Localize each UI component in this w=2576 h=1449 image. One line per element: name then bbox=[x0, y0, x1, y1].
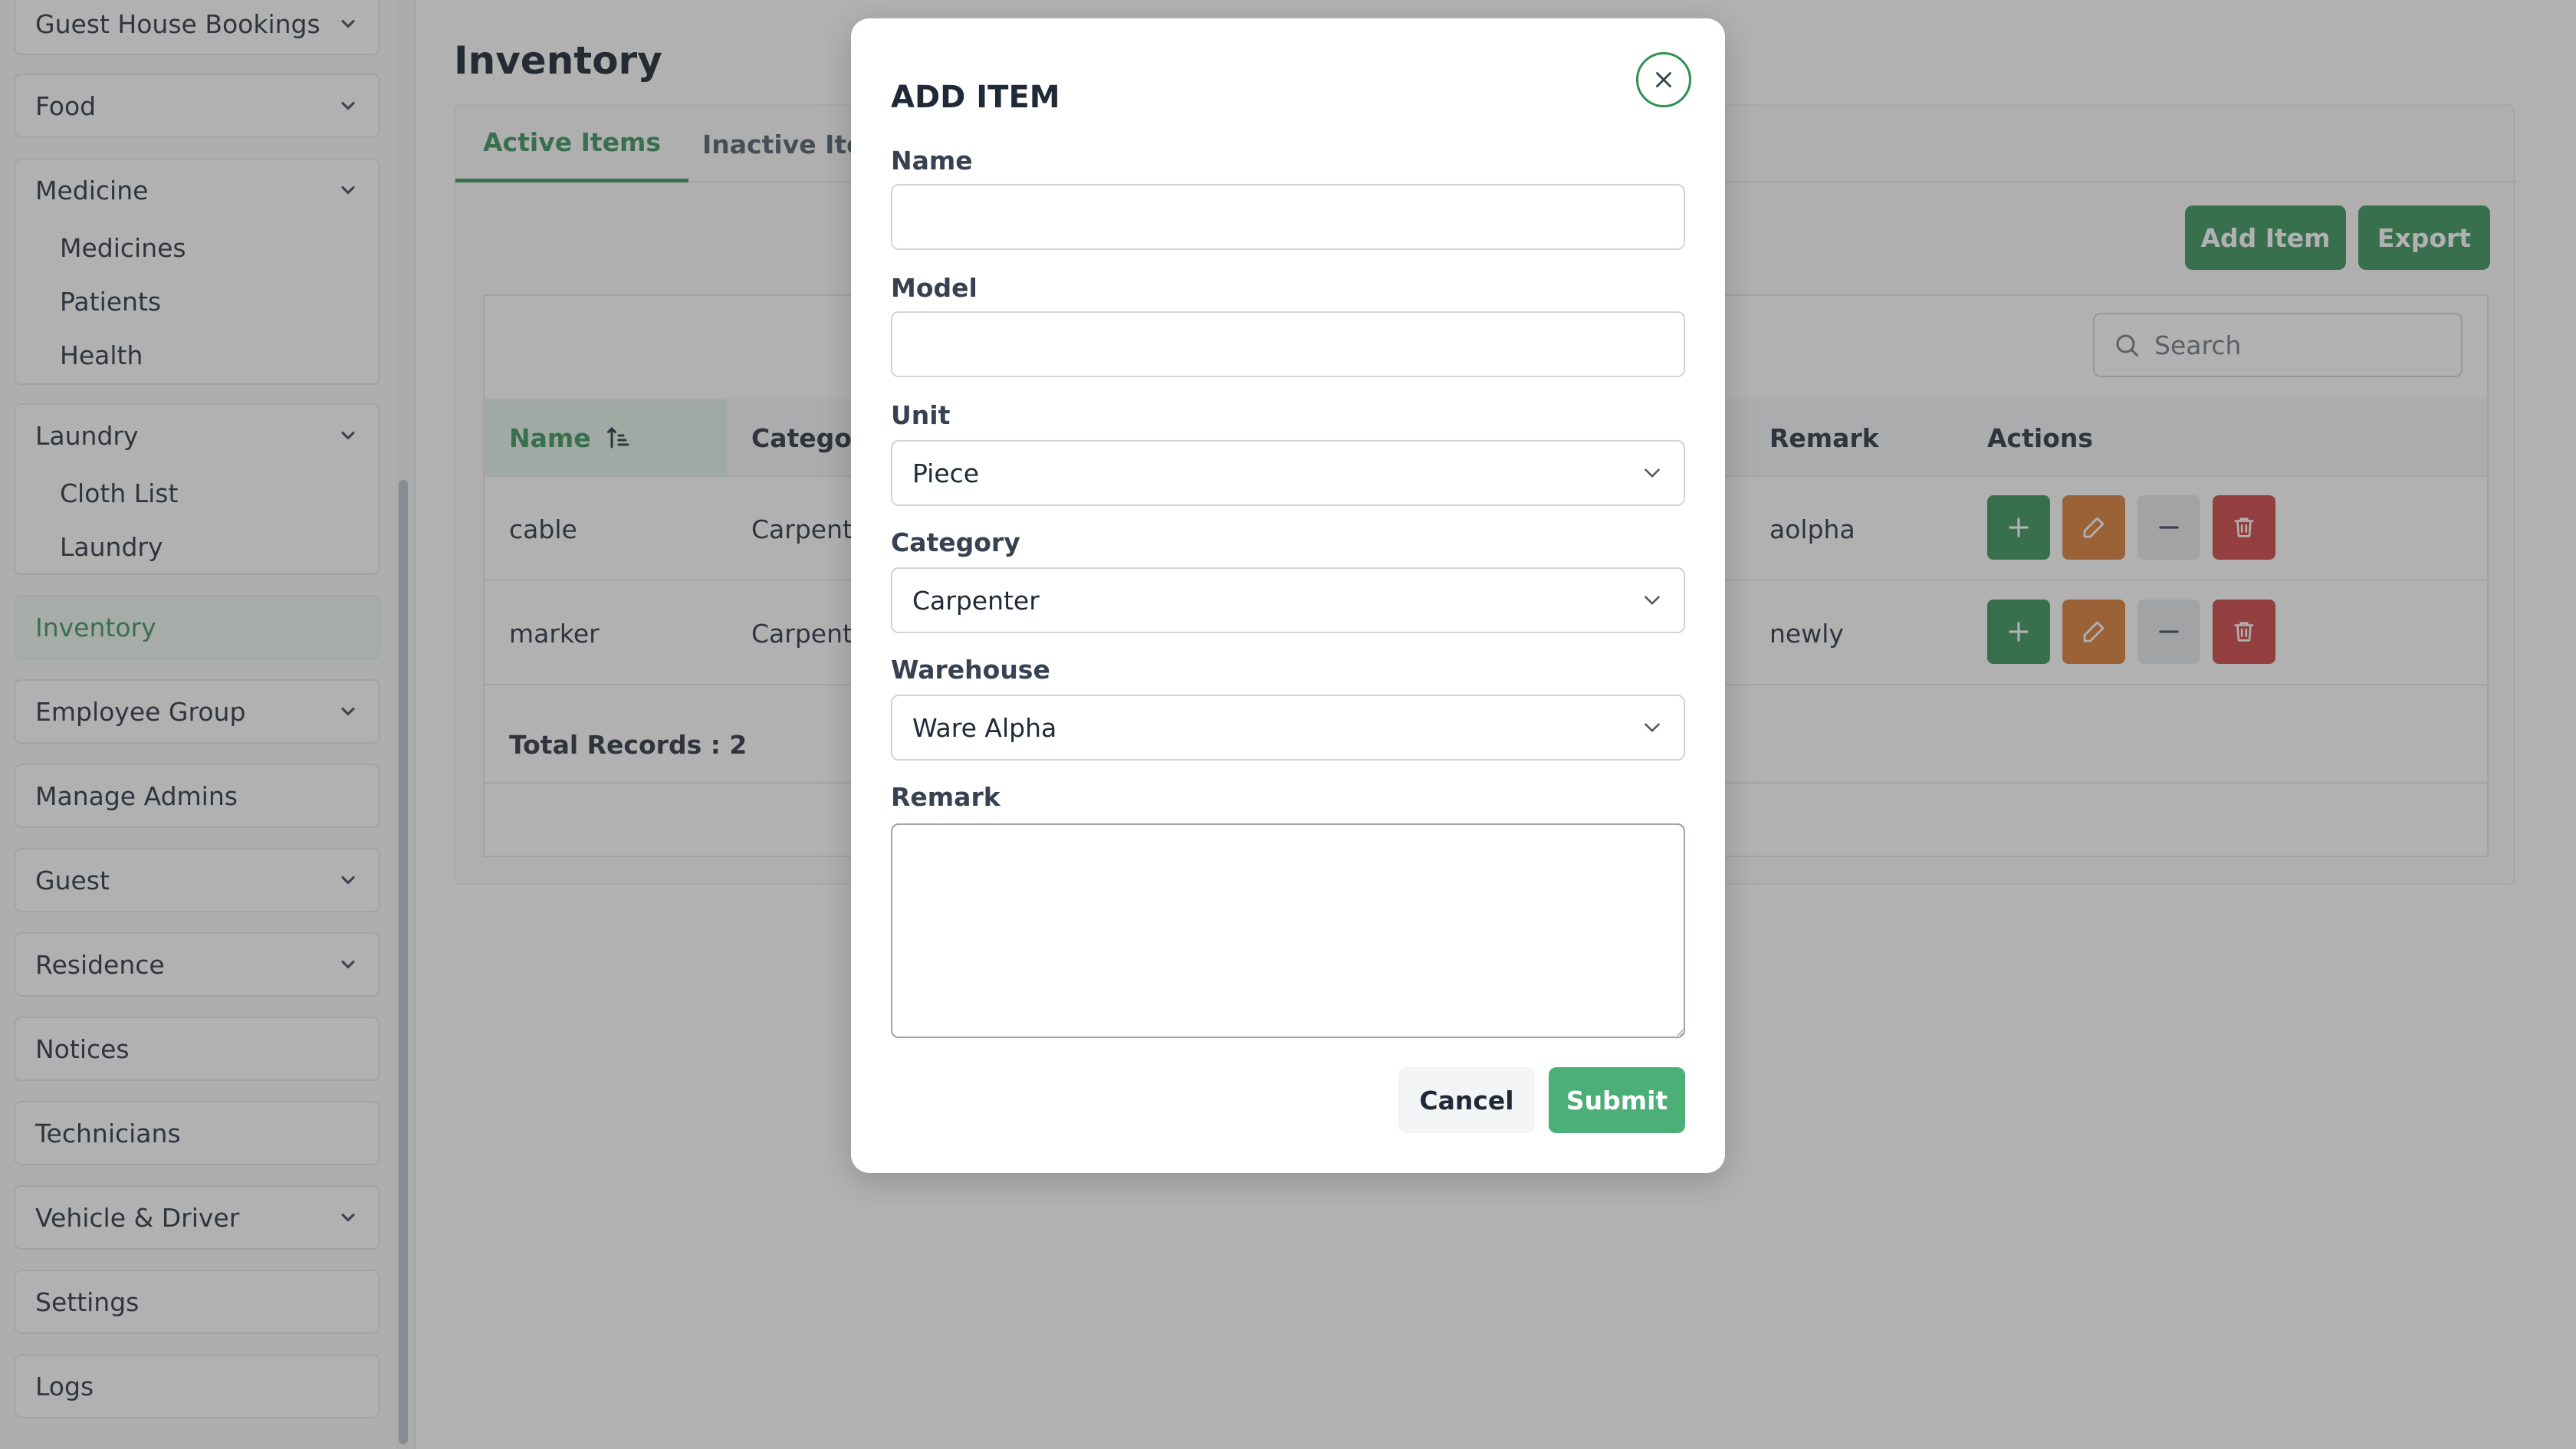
remark-label: Remark bbox=[891, 782, 1001, 812]
remark-textarea[interactable] bbox=[891, 823, 1685, 1038]
unit-selected-value: Piece bbox=[912, 458, 980, 488]
category-select[interactable]: Carpenter bbox=[891, 567, 1685, 633]
category-label: Category bbox=[891, 527, 1020, 557]
chevron-down-icon bbox=[1644, 723, 1660, 732]
close-icon bbox=[1656, 72, 1671, 87]
cancel-button[interactable]: Cancel bbox=[1398, 1067, 1535, 1133]
dialog-title: ADD ITEM bbox=[891, 80, 1060, 115]
unit-select[interactable]: Piece bbox=[891, 440, 1685, 506]
model-input[interactable] bbox=[891, 311, 1685, 377]
category-selected-value: Carpenter bbox=[912, 585, 1040, 616]
chevron-down-icon bbox=[1644, 596, 1660, 605]
warehouse-select[interactable]: Ware Alpha bbox=[891, 695, 1685, 761]
unit-label: Unit bbox=[891, 400, 951, 430]
chevron-down-icon bbox=[1644, 468, 1660, 478]
name-label: Name bbox=[891, 146, 973, 176]
warehouse-label: Warehouse bbox=[891, 655, 1050, 685]
model-label: Model bbox=[891, 273, 978, 303]
close-button[interactable] bbox=[1636, 52, 1691, 107]
warehouse-selected-value: Ware Alpha bbox=[912, 712, 1057, 743]
submit-button[interactable]: Submit bbox=[1549, 1067, 1685, 1133]
add-item-dialog: ADD ITEM Name Model Unit Piece Category … bbox=[851, 18, 1725, 1173]
name-input[interactable] bbox=[891, 184, 1685, 250]
